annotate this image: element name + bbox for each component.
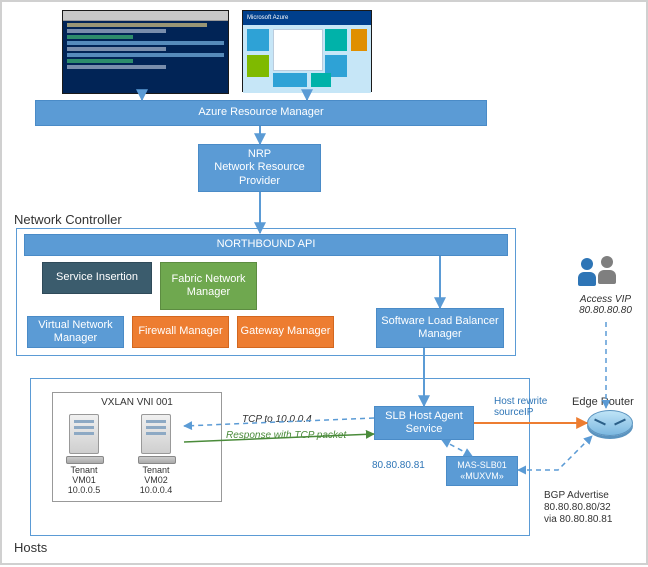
mux-l2: «MUXVM» bbox=[460, 471, 504, 482]
vnm-line2: Manager bbox=[54, 332, 97, 345]
bgp-l3: via 80.80.80.81 bbox=[544, 514, 612, 525]
tenant-vm01-icon: Tenant VM01 10.0.0.5 bbox=[66, 414, 102, 468]
users-icon bbox=[577, 256, 622, 290]
host-rewrite-label: Host rewrite sourceIP bbox=[494, 396, 547, 418]
powershell-screenshot bbox=[62, 10, 229, 94]
nrp-box: NRP Network Resource Provider bbox=[198, 144, 321, 192]
bgp-advertise-label: BGP Advertise 80.80.80.80/32 via 80.80.8… bbox=[544, 490, 612, 526]
fabric-line2: Manager bbox=[187, 286, 230, 299]
gateway-manager-box: Gateway Manager bbox=[237, 316, 334, 348]
mux-ip-label: 80.80.80.81 bbox=[372, 460, 425, 471]
vm2-name: Tenant VM02 bbox=[138, 466, 174, 486]
azure-resource-manager-box: Azure Resource Manager bbox=[35, 100, 487, 126]
access-vip-l2: 80.80.80.80 bbox=[579, 305, 632, 316]
azure-portal-title: Microsoft Azure bbox=[243, 11, 371, 25]
slb-agent-l1: SLB Host Agent bbox=[385, 410, 463, 423]
vm1-ip: 10.0.0.5 bbox=[66, 486, 102, 496]
edge-router-label: Edge Router bbox=[572, 396, 634, 408]
mux-vm-box: MAS-SLB01 «MUXVM» bbox=[446, 456, 518, 486]
access-vip-l1: Access VIP bbox=[580, 294, 631, 305]
diagram-canvas: Microsoft Azure Azure Resource Manager N… bbox=[0, 0, 648, 565]
firewall-manager-box: Firewall Manager bbox=[132, 316, 229, 348]
vm1-name: Tenant VM01 bbox=[66, 466, 102, 486]
slb-host-agent-box: SLB Host Agent Service bbox=[374, 406, 474, 440]
host-rewrite-l2: sourceIP bbox=[494, 407, 533, 418]
slb-agent-l2: Service bbox=[406, 423, 443, 436]
slbm-line2: Manager bbox=[418, 328, 461, 341]
fabric-network-manager-box: Fabric Network Manager bbox=[160, 262, 257, 310]
vxlan-title: VXLAN VNI 001 bbox=[53, 397, 221, 408]
bgp-l2: 80.80.80.80/32 bbox=[544, 502, 611, 513]
network-controller-label: Network Controller bbox=[14, 212, 122, 227]
access-vip-label: Access VIP 80.80.80.80 bbox=[568, 294, 643, 316]
slb-manager-box: Software Load Balancer Manager bbox=[376, 308, 504, 348]
virtual-network-manager-box: Virtual Network Manager bbox=[27, 316, 124, 348]
hosts-label: Hosts bbox=[14, 540, 47, 555]
slbm-line1: Software Load Balancer bbox=[381, 315, 498, 328]
service-insertion-box: Service Insertion bbox=[42, 262, 152, 294]
edge-router-icon bbox=[587, 410, 633, 436]
bgp-l1: BGP Advertise bbox=[544, 490, 609, 501]
host-rewrite-l1: Host rewrite bbox=[494, 396, 547, 407]
nrp-line1: NRP bbox=[248, 148, 271, 161]
fabric-line1: Fabric Network bbox=[172, 273, 246, 286]
tenant-vm02-icon: Tenant VM02 10.0.0.4 bbox=[138, 414, 174, 468]
tcp-to-label: TCP to 10.0.0.4 bbox=[242, 414, 312, 425]
northbound-api-box: NORTHBOUND API bbox=[24, 234, 508, 256]
tcp-response-label: Response with TCP packet bbox=[226, 430, 346, 441]
nrp-line3: Provider bbox=[239, 175, 280, 188]
vnm-line1: Virtual Network bbox=[38, 319, 112, 332]
azure-portal-screenshot: Microsoft Azure bbox=[242, 10, 372, 92]
vm2-ip: 10.0.0.4 bbox=[138, 486, 174, 496]
nrp-line2: Network Resource bbox=[214, 161, 304, 174]
mux-l1: MAS-SLB01 bbox=[457, 460, 507, 471]
